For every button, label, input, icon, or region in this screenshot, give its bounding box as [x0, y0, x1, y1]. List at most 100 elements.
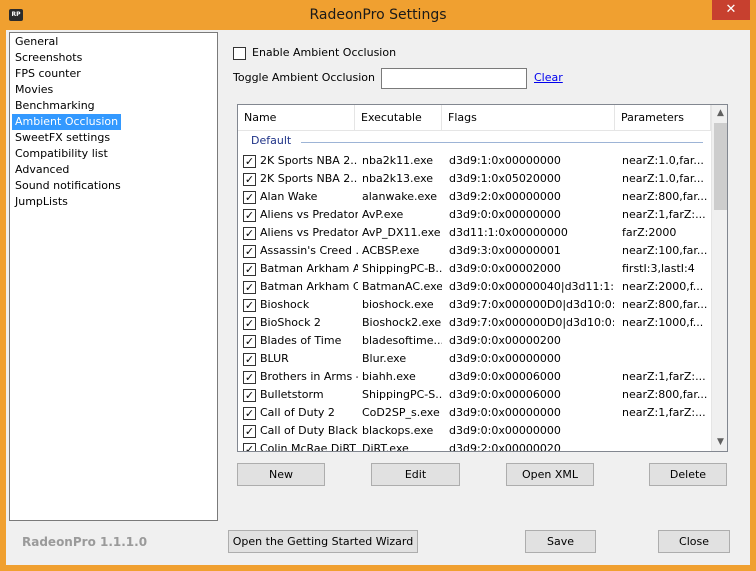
list-row[interactable]: ✓ Colin McRae DiRT DiRT.exe d3d9:2:0x000000…	[238, 440, 712, 452]
row-checkbox[interactable]: ✓	[243, 425, 256, 438]
games-list: Name Executable Flags Parameters Default…	[237, 104, 728, 452]
row-executable: AvP.exe	[362, 208, 404, 221]
row-parameters: nearZ:1,farZ:...	[622, 370, 706, 383]
enable-ao-checkbox[interactable]	[233, 47, 246, 60]
open-xml-button[interactable]: Open XML	[506, 463, 594, 486]
row-checkbox[interactable]: ✓	[243, 389, 256, 402]
row-checkbox[interactable]: ✓	[243, 353, 256, 366]
nav-item-sound-notifications[interactable]: Sound notifications	[12, 178, 124, 194]
row-name: BLUR	[260, 352, 289, 365]
group-divider	[301, 142, 703, 143]
row-flags: d3d9:2:0x00000000	[449, 190, 561, 203]
row-executable: biahh.exe	[362, 370, 416, 383]
list-row[interactable]: ✓ Batman Arkham C... BatmanAC.exe d3d9:0:0x…	[238, 278, 712, 296]
row-parameters: nearZ:800,far...	[622, 388, 708, 401]
row-checkbox[interactable]: ✓	[243, 299, 256, 312]
list-row[interactable]: ✓ Blades of Time bladesoftime.... d3d9:0:0x…	[238, 332, 712, 350]
row-executable: BatmanAC.exe	[362, 280, 442, 293]
row-checkbox[interactable]: ✓	[243, 227, 256, 240]
row-flags: d3d11:1:0x00000000	[449, 226, 568, 239]
save-button[interactable]: Save	[525, 530, 596, 553]
row-checkbox[interactable]: ✓	[243, 407, 256, 420]
row-name: Blades of Time	[260, 334, 342, 347]
row-checkbox[interactable]: ✓	[243, 245, 256, 258]
list-row[interactable]: ✓ BLUR Blur.exe d3d9:0:0x00000000	[238, 350, 712, 368]
title-bar[interactable]: RP RadeonPro Settings ✕	[0, 0, 756, 30]
column-header-flags[interactable]: Flags	[442, 105, 615, 131]
row-name: 2K Sports NBA 2...	[260, 154, 358, 167]
column-header-name[interactable]: Name	[238, 105, 355, 131]
enable-ao-label[interactable]: Enable Ambient Occlusion	[252, 46, 396, 59]
nav-item-ambient-occlusion[interactable]: Ambient Occlusion	[12, 114, 122, 130]
row-parameters: nearZ:2000,f...	[622, 280, 704, 293]
nav-item-movies[interactable]: Movies	[12, 82, 56, 98]
row-checkbox[interactable]: ✓	[243, 155, 256, 168]
list-row[interactable]: ✓ Alan Wake alanwake.exe d3d9:2:0x00000000 n…	[238, 188, 712, 206]
row-checkbox[interactable]: ✓	[243, 371, 256, 384]
list-header: Name Executable Flags Parameters	[238, 105, 712, 131]
row-executable: ShippingPC-B...	[362, 262, 442, 275]
list-row[interactable]: ✓ Bioshock bioshock.exe d3d9:7:0x000000D0|d…	[238, 296, 712, 314]
list-row[interactable]: ✓ Assassin's Creed ... ACBSP.exe d3d9:3:0x0…	[238, 242, 712, 260]
row-checkbox[interactable]: ✓	[243, 173, 256, 186]
row-checkbox[interactable]: ✓	[243, 335, 256, 348]
new-button[interactable]: New	[237, 463, 325, 486]
scroll-up-icon[interactable]: ▲	[712, 105, 727, 122]
delete-button[interactable]: Delete	[649, 463, 727, 486]
row-parameters	[622, 352, 708, 368]
row-executable: blackops.exe	[362, 424, 434, 437]
list-row[interactable]: ✓ Aliens vs Predator AvP.exe d3d9:0:0x00000…	[238, 206, 712, 224]
row-flags: d3d9:0:0x00000000	[449, 406, 561, 419]
nav-item-compatibility-list[interactable]: Compatibility list	[12, 146, 111, 162]
group-label: Default	[251, 134, 292, 147]
list-group-header[interactable]: Default	[238, 133, 712, 151]
list-row[interactable]: ✓ Aliens vs Predator... AvP_DX11.exe d3d11:…	[238, 224, 712, 242]
column-header-parameters[interactable]: Parameters	[615, 105, 711, 131]
nav-item-screenshots[interactable]: Screenshots	[12, 50, 85, 66]
getting-started-wizard-button[interactable]: Open the Getting Started Wizard	[228, 530, 418, 553]
nav-item-general[interactable]: General	[12, 34, 61, 50]
row-checkbox[interactable]: ✓	[243, 443, 256, 451]
settings-nav-list: General Screenshots FPS counter Movies Bench…	[9, 32, 218, 521]
list-row[interactable]: ✓ BioShock 2 Bioshock2.exe d3d9:7:0x000000D…	[238, 314, 712, 332]
row-checkbox[interactable]: ✓	[243, 317, 256, 330]
list-row[interactable]: ✓ Call of Duty Black... blackops.exe d3d9:0…	[238, 422, 712, 440]
nav-item-sweetfx-settings[interactable]: SweetFX settings	[12, 130, 113, 146]
toggle-ao-hotkey-input[interactable]	[381, 68, 527, 89]
list-row[interactable]: ✓ Batman Arkham A... ShippingPC-B... d3d9:0…	[238, 260, 712, 278]
row-executable: Bioshock2.exe	[362, 316, 442, 329]
row-parameters	[622, 442, 708, 451]
vertical-scrollbar[interactable]: ▲ ▼	[711, 105, 727, 451]
client-area: General Screenshots FPS counter Movies Bench…	[6, 30, 750, 565]
row-flags: d3d9:0:0x00006000	[449, 388, 561, 401]
list-row[interactable]: ✓ 2K Sports NBA 2... nba2k11.exe d3d9:1:0x0…	[238, 152, 712, 170]
row-executable: DiRT.exe	[362, 442, 409, 452]
row-parameters: nearZ:800,far...	[622, 190, 708, 203]
nav-item-advanced[interactable]: Advanced	[12, 162, 72, 178]
row-name: Batman Arkham C...	[260, 280, 358, 293]
nav-item-fps-counter[interactable]: FPS counter	[12, 66, 84, 82]
row-parameters: nearZ:800,far...	[622, 298, 708, 311]
window-close-button[interactable]: ✕	[712, 0, 750, 20]
list-row[interactable]: ✓ Bulletstorm ShippingPC-S... d3d9:0:0x0000…	[238, 386, 712, 404]
edit-button[interactable]: Edit	[371, 463, 460, 486]
scroll-down-icon[interactable]: ▼	[712, 434, 727, 451]
row-parameters: nearZ:100,far...	[622, 244, 708, 257]
list-row[interactable]: ✓ 2K Sports NBA 2... nba2k13.exe d3d9:1:0x0…	[238, 170, 712, 188]
column-header-executable[interactable]: Executable	[355, 105, 442, 131]
nav-item-jumplists[interactable]: JumpLists	[12, 194, 71, 210]
nav-item-benchmarking[interactable]: Benchmarking	[12, 98, 98, 114]
close-button[interactable]: Close	[658, 530, 730, 553]
row-checkbox[interactable]: ✓	[243, 263, 256, 276]
clear-hotkey-link[interactable]: Clear	[534, 71, 563, 84]
row-executable: alanwake.exe	[362, 190, 438, 203]
scroll-thumb[interactable]	[714, 123, 727, 210]
list-row[interactable]: ✓ Brothers in Arms - ... biahh.exe d3d9:0:0…	[238, 368, 712, 386]
row-checkbox[interactable]: ✓	[243, 209, 256, 222]
list-row[interactable]: ✓ Call of Duty 2 CoD2SP_s.exe d3d9:0:0x0000…	[238, 404, 712, 422]
row-checkbox[interactable]: ✓	[243, 281, 256, 294]
row-name: Brothers in Arms - ...	[260, 370, 358, 383]
row-name: Call of Duty Black...	[260, 424, 358, 437]
row-checkbox[interactable]: ✓	[243, 191, 256, 204]
row-flags: d3d9:0:0x00002000	[449, 262, 561, 275]
